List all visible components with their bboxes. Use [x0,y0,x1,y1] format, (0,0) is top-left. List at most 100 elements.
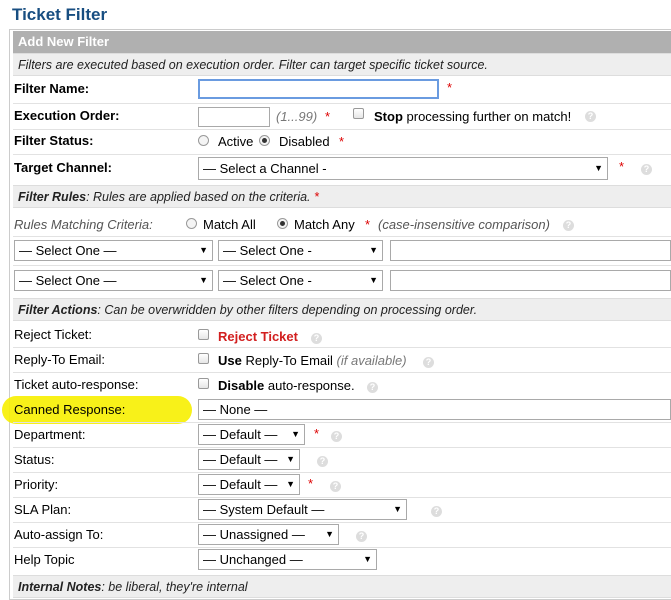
rule-value-input[interactable] [390,240,671,261]
help-icon[interactable]: ? [367,382,378,393]
auto-assign-select[interactable]: — Unassigned — ▼ [198,524,339,545]
chevron-down-icon: ▼ [363,554,372,564]
department-label: Department: [14,427,86,442]
required-marker: * [308,476,314,491]
stop-processing-label: Stop processing further on match! [374,109,571,124]
filter-rules-title: Filter Rules [18,190,87,204]
reject-ticket-label: Reject Ticket: [14,327,93,342]
filter-name-input[interactable] [198,79,439,99]
divider [13,547,671,548]
execution-order-hint: (1...99) [276,109,318,124]
target-channel-select[interactable]: — Select a Channel - ▼ [198,157,608,180]
required-marker: * [447,80,453,95]
status-disabled-radio[interactable] [259,135,270,146]
status-select[interactable]: — Default — ▼ [198,449,300,470]
filter-actions-desc: : Can be overwridden by other filters de… [97,303,478,317]
auto-assign-value: — Unassigned — [203,527,305,542]
rule-value-input[interactable] [390,270,671,291]
help-icon[interactable]: ? [585,111,596,122]
sla-plan-value: — System Default — [203,502,325,517]
divider [13,347,671,348]
reply-to-extra: (if available) [336,353,407,368]
stop-bold: Stop [374,109,403,124]
chevron-down-icon: ▼ [199,245,208,255]
stop-processing-checkbox[interactable] [353,108,364,119]
chevron-down-icon: ▼ [594,163,603,173]
priority-label: Priority: [14,477,59,492]
help-topic-select[interactable]: — Unchanged — ▼ [198,549,377,570]
auto-response-bold: Disable [218,378,265,393]
rule-field-value: — Select One — [19,243,117,258]
execution-order-label: Execution Order: [14,108,120,123]
divider [13,372,671,373]
reply-to-label: Reply-To Email: [14,352,106,367]
divider [13,265,671,266]
department-select[interactable]: — Default — ▼ [198,424,305,445]
divider [13,447,671,448]
form-header: Add New Filter [13,31,671,53]
department-value: — Default — [203,427,278,442]
target-channel-value: — Select a Channel - [203,161,327,176]
divider [13,497,671,498]
chevron-down-icon: ▼ [286,454,295,464]
required-marker: * [314,190,319,204]
help-icon[interactable]: ? [423,357,434,368]
help-icon[interactable]: ? [641,164,652,175]
chevron-down-icon: ▼ [325,529,334,539]
status-active-radio[interactable] [198,135,209,146]
intro-text: Filters are executed based on execution … [13,53,671,76]
auto-response-text: Disable auto-response. [218,378,355,393]
match-any-label: Match Any [294,217,355,232]
filter-rules-desc: : Rules are applied based on the criteri… [86,190,311,204]
help-icon[interactable]: ? [311,333,322,344]
reject-ticket-checkbox[interactable] [198,329,209,340]
filter-actions-title: Filter Actions [18,303,98,317]
status-disabled-label: Disabled [279,134,330,149]
chevron-down-icon: ▼ [393,504,402,514]
required-marker: * [365,217,371,232]
divider [13,422,671,423]
match-any-radio[interactable] [277,218,288,229]
rule-field-select[interactable]: — Select One — ▼ [14,240,213,261]
status-value: — Default — [203,452,278,467]
help-icon[interactable]: ? [563,220,574,231]
status-label: Status: [14,452,55,467]
chevron-down-icon: ▼ [291,429,300,439]
auto-assign-label: Auto-assign To: [14,527,104,542]
reply-to-bold: Use [218,353,242,368]
divider [13,472,671,473]
chevron-down-icon: ▼ [369,275,378,285]
stop-rest: processing further on match! [406,109,572,124]
help-icon[interactable]: ? [317,456,328,467]
internal-notes-section: Internal Notes: be liberal, they're inte… [13,575,671,598]
canned-response-select[interactable]: — None — [198,399,671,420]
match-all-label: Match All [203,217,256,232]
execution-order-input[interactable] [198,107,270,127]
divider [13,103,671,104]
rule-operator-select[interactable]: — Select One - ▼ [218,240,383,261]
help-icon[interactable]: ? [331,431,342,442]
filter-actions-section: Filter Actions: Can be overwridden by ot… [13,298,671,321]
divider [13,236,671,237]
priority-select[interactable]: — Default — ▼ [198,474,300,495]
help-icon[interactable]: ? [431,506,442,517]
required-marker: * [339,134,345,149]
sla-plan-select[interactable]: — System Default — ▼ [198,499,407,520]
auto-response-checkbox[interactable] [198,378,209,389]
help-icon[interactable]: ? [330,481,341,492]
help-icon[interactable]: ? [356,531,367,542]
auto-response-rest: auto-response. [267,378,355,393]
match-all-radio[interactable] [186,218,197,229]
rule-operator-select[interactable]: — Select One - ▼ [218,270,383,291]
filter-status-label: Filter Status: [14,133,94,148]
rules-note: (case-insensitive comparison) [378,217,550,232]
rule-field-select[interactable]: — Select One — ▼ [14,270,213,291]
required-marker: * [325,109,331,124]
filter-rules-section: Filter Rules: Rules are applied based on… [13,185,671,208]
reject-ticket-text: Reject Ticket [218,329,298,344]
chevron-down-icon: ▼ [286,479,295,489]
divider [13,154,671,155]
chevron-down-icon: ▼ [369,245,378,255]
reply-to-checkbox[interactable] [198,353,209,364]
help-topic-label: Help Topic [14,552,75,567]
